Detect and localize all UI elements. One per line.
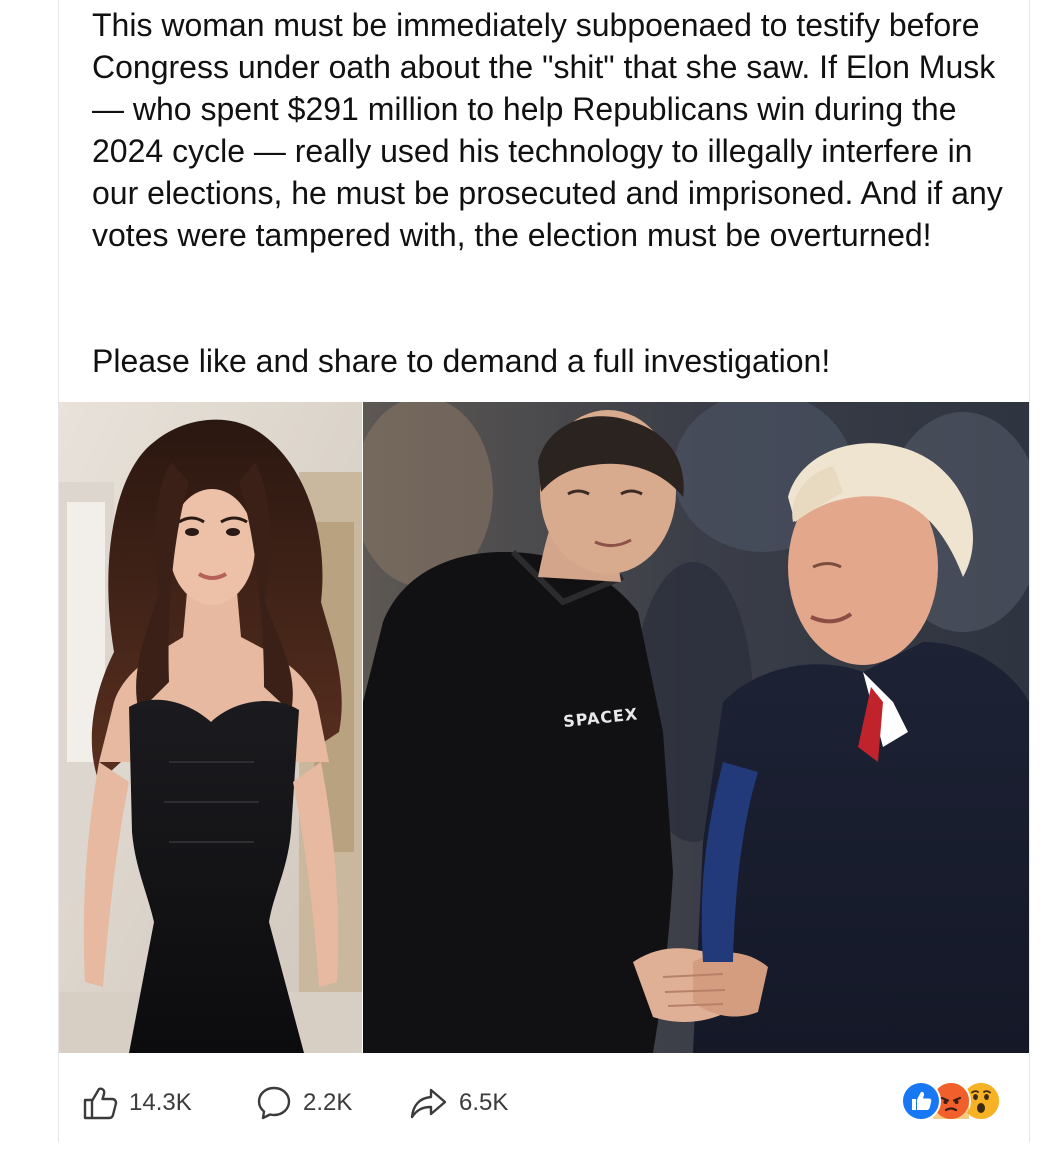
post-action-bar: 14.3K 2.2K 6.5K [59,1053,1029,1142]
post-card: This woman must be immediately subpoenae… [58,0,1030,1142]
comment-bubble-icon [257,1086,291,1120]
share-arrow-icon [410,1088,447,1119]
like-reaction-icon [901,1081,941,1121]
comment-count: 2.2K [303,1089,353,1116]
like-count: 14.3K [129,1089,192,1116]
handshake-photo[interactable]: SPACEX [363,402,1029,1053]
post-body-text: This woman must be immediately subpoenae… [92,7,1012,253]
post-photo-collage[interactable]: SPACEX [59,402,1029,1053]
share-button[interactable]: 6.5K [409,1083,508,1123]
like-button[interactable]: 14.3K [81,1083,192,1123]
woman-portrait-photo[interactable] [59,402,362,1053]
reaction-summary[interactable] [901,1081,1001,1121]
comment-button[interactable]: 2.2K [255,1083,352,1123]
post-call-to-action-text: Please like and share to demand a full i… [92,343,831,379]
share-count: 6.5K [459,1089,509,1116]
thumbs-up-icon [83,1087,118,1120]
